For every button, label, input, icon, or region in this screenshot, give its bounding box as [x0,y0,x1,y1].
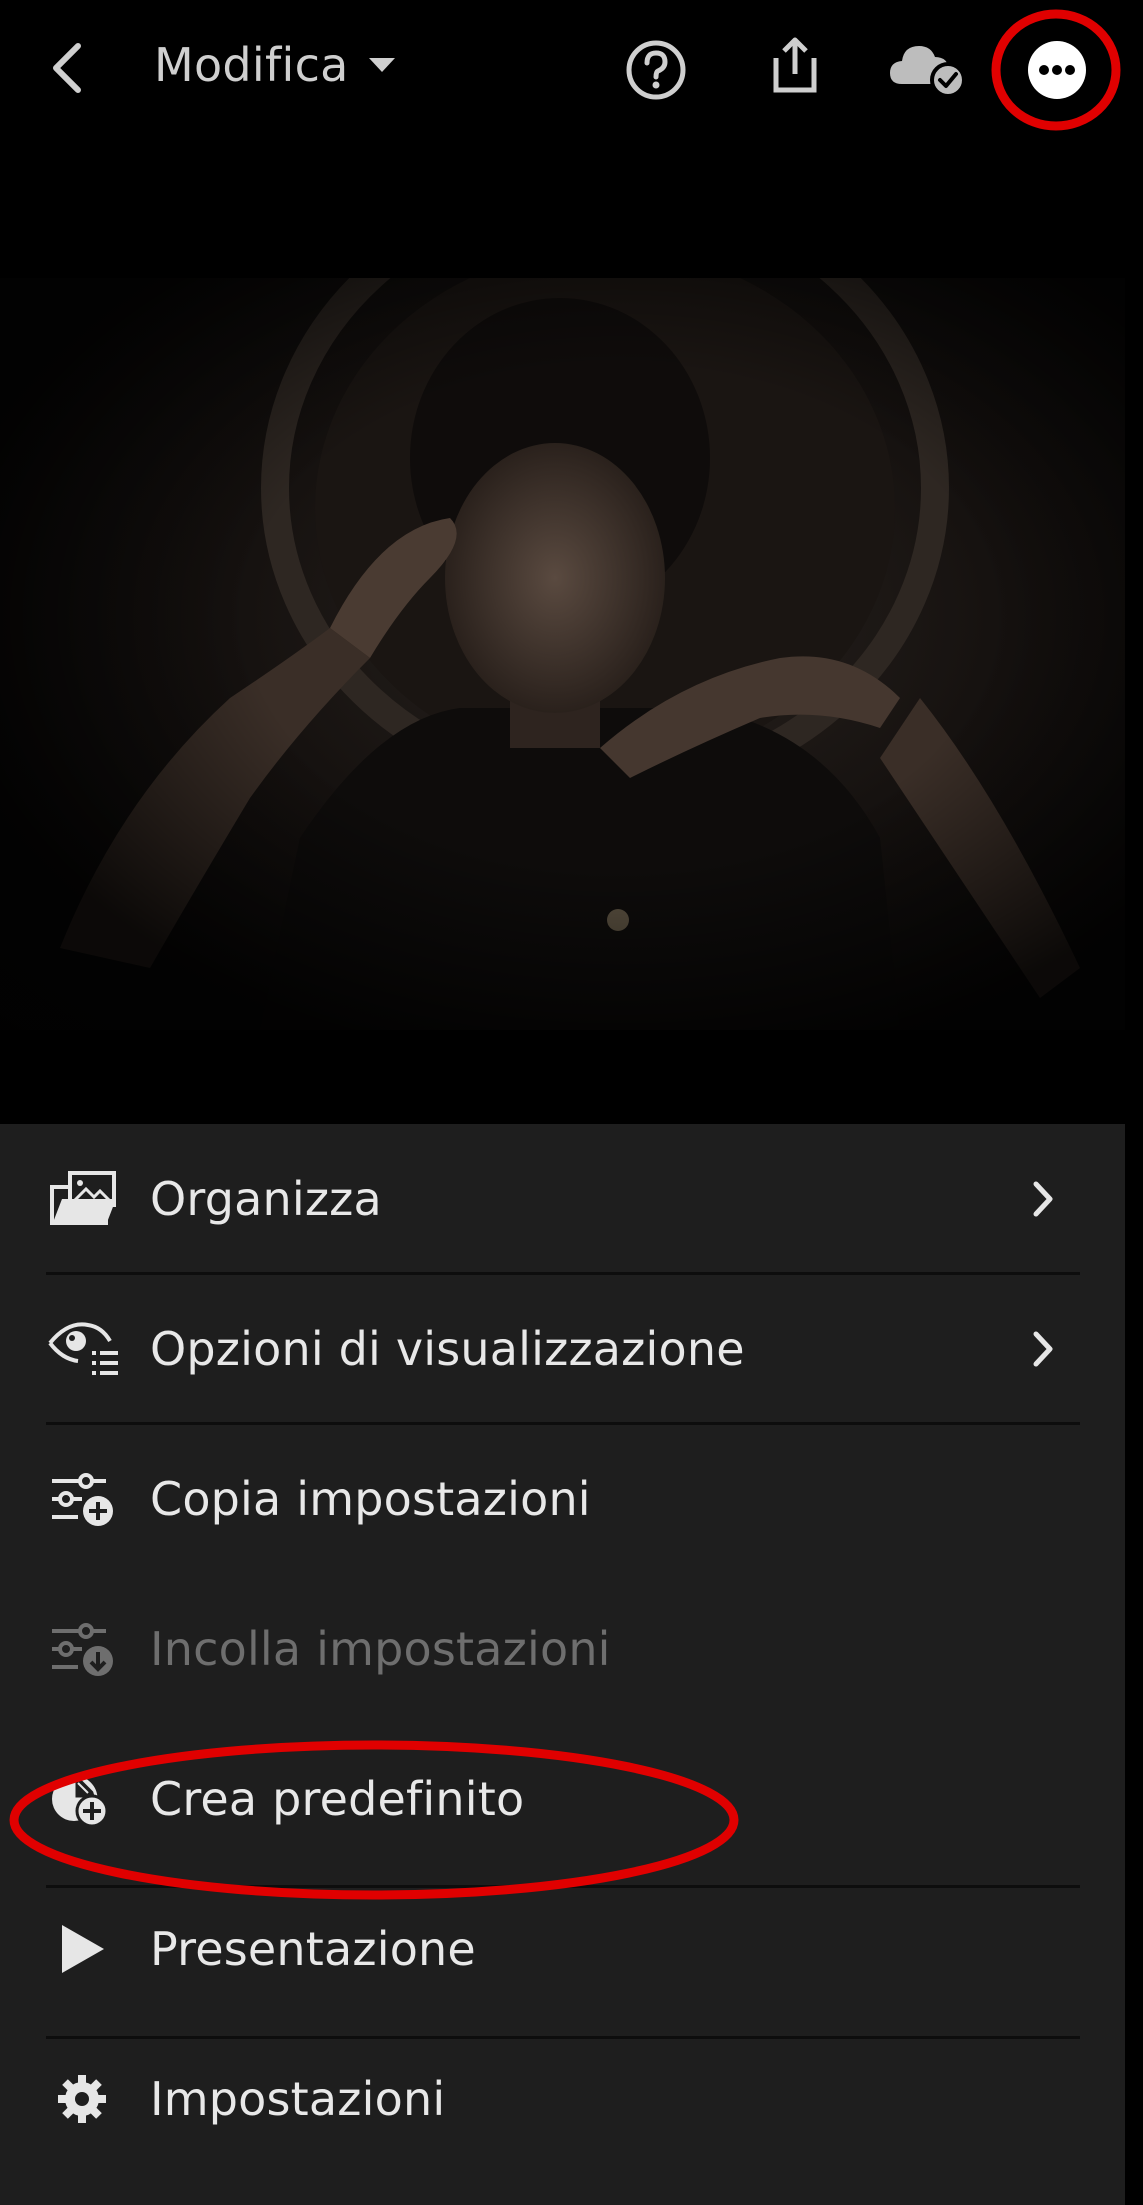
menu-item-label: Opzioni di visualizzazione [150,1322,745,1376]
photo-preview[interactable] [0,278,1125,1030]
copy-settings-icon [52,1473,113,1526]
page-title-dropdown[interactable]: Modifica [154,38,397,92]
more-dots-icon[interactable] [1026,39,1088,101]
menu-item-organizza[interactable]: Organizza [0,1124,1125,1274]
menu-item-label: Presentazione [150,1922,476,1976]
help-circle-icon[interactable] [624,38,688,102]
create-preset-icon [52,1775,109,1828]
menu-item-crea-predefinito[interactable]: Crea predefinito [0,1724,1125,1874]
menu-item-label: Copia impostazioni [150,1472,591,1526]
cloud-check-icon[interactable] [888,40,968,98]
more-options-menu: Organizza Opzioni di visualizzazione Cop… [0,1124,1125,2205]
menu-item-label: Crea predefinito [150,1772,525,1826]
menu-item-label: Organizza [150,1172,382,1226]
view-options-eye-icon [48,1322,118,1375]
chevron-right-icon [1033,1181,1053,1217]
caret-down-icon [368,58,395,72]
play-icon [62,1925,104,1973]
chevron-left-icon[interactable] [44,40,88,96]
menu-item-label: Incolla impostazioni [150,1622,611,1676]
menu-item-presentazione[interactable]: Presentazione [0,1874,1125,2024]
organize-photos-icon [50,1171,116,1225]
portrait-image [0,278,1125,1030]
menu-item-impostazioni[interactable]: Impostazioni [0,2024,1125,2174]
paste-settings-icon [52,1623,113,1676]
share-icon[interactable] [770,36,820,96]
menu-item-copia-impostazioni[interactable]: Copia impostazioni [0,1424,1125,1574]
menu-item-opzioni-di-visualizzazione[interactable]: Opzioni di visualizzazione [0,1274,1125,1424]
top-bar: Modifica [0,0,1143,140]
menu-item-incolla-impostazioni: Incolla impostazioni [0,1574,1125,1724]
gear-icon [58,2075,106,2123]
menu-item-label: Impostazioni [150,2072,446,2126]
chevron-right-icon [1033,1331,1053,1367]
page-title: Modifica [154,38,349,92]
